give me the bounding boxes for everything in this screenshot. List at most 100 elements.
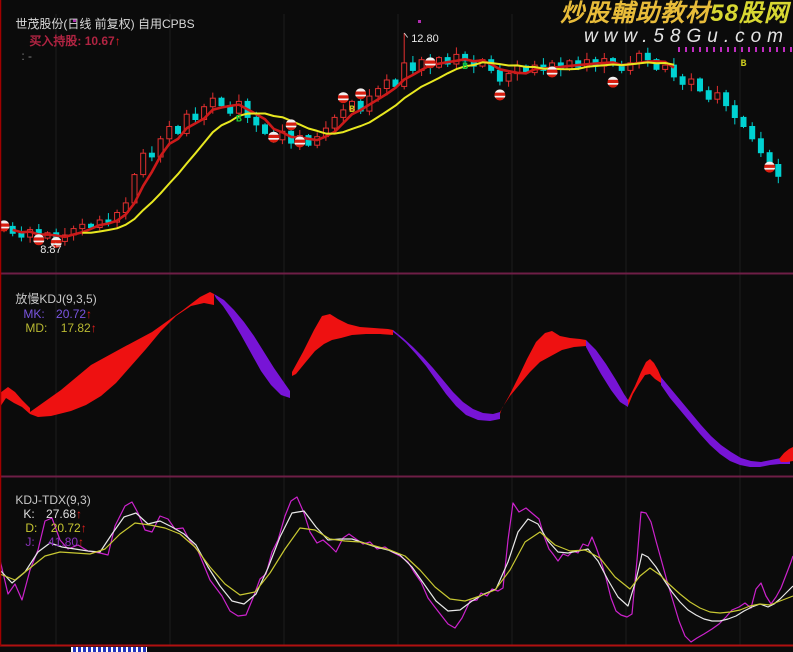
k-label: K: [23, 507, 39, 521]
price-pointer [403, 32, 409, 38]
md-value: 17.82 [60, 321, 91, 335]
candle-body [749, 126, 756, 140]
ribbon-panel-header: 放慢KDJ(9,3,5) MK: 20.72↑ MD: 17.82↑ [2, 276, 97, 349]
indicator2-name[interactable]: 放慢KDJ(9,3,5) [15, 292, 96, 306]
candle-body [740, 116, 747, 128]
hold-signal-tick [692, 47, 694, 52]
candle-body [18, 232, 25, 238]
candle-body [175, 126, 181, 134]
stock-title: 世茂股份(日线 前复权) 自用CPBS [15, 17, 195, 31]
candle-body [679, 76, 686, 85]
ribbon-segment-falling [586, 340, 628, 407]
sell-signal-icon [337, 92, 349, 104]
candle-body [505, 73, 512, 82]
candle-body [79, 223, 86, 230]
hold-signal-tick [769, 47, 771, 52]
hold-signal-tick [783, 47, 785, 52]
candle-body [688, 78, 695, 85]
j-value: 41.80 [48, 535, 79, 549]
candle-body [662, 64, 669, 70]
candle-body [697, 78, 703, 92]
sell-signal-icon [268, 131, 280, 143]
candle-body [705, 90, 712, 100]
hold-signal-tick [727, 47, 729, 52]
candle-body [383, 79, 390, 89]
kdj-line-D [0, 522, 793, 614]
chart-canvas: B B B B 12.80 8.87 [0, 0, 793, 647]
hold-signal-tick [790, 47, 792, 52]
sell-signal-icon [764, 161, 776, 173]
kdj-tdx-panel[interactable] [0, 496, 793, 643]
j-up-arrow-icon: ↑ [78, 535, 85, 549]
ma-fast-line [12, 57, 675, 239]
ribbon-segment-rising [628, 359, 661, 406]
hold-signal-tick [776, 47, 778, 52]
signal-letter: B [349, 105, 355, 116]
ribbon-segment-falling [661, 377, 790, 467]
k-value: 27.68 [46, 507, 77, 521]
kdj-panel-header: KDJ-TDX(9,3) K: 27.68↑ D: 20.72↑ J: 41.8… [2, 479, 90, 563]
stock-chart-window: B B B B 12.80 8.87 世茂股份(日线 前复权) 自用CPBS 买入持股: … [0, 0, 793, 652]
ribbon-segment-rising [292, 314, 393, 376]
hold-signal-tick [734, 47, 736, 52]
candle-body [235, 100, 242, 114]
candle-body [262, 124, 268, 134]
sell-signal-icon [285, 119, 297, 131]
d-value: 20.72 [50, 521, 81, 535]
hold-signal-tick [748, 47, 750, 52]
candle-body [218, 97, 225, 107]
hold-signal-tick [706, 47, 708, 52]
candle-body [340, 109, 347, 118]
candle-body [209, 97, 216, 108]
kdj-line-J [0, 496, 793, 643]
ribbon-segment-rising [779, 447, 793, 462]
signal-suffix: : - [21, 49, 33, 63]
ribbon-segment-rising [0, 387, 30, 414]
hold-signal-tick [755, 47, 757, 52]
hold-signal-tick [741, 47, 743, 52]
watermark-brand: 炒股輔助教材 [560, 0, 711, 27]
sell-signal-icon [0, 220, 10, 232]
indicator3-name[interactable]: KDJ-TDX(9,3) [15, 493, 90, 507]
sell-signal-icon [607, 76, 619, 88]
candle-body [375, 88, 382, 97]
mk-label: MK: [23, 307, 49, 321]
candle-body [409, 62, 416, 71]
candle-body [775, 164, 782, 177]
signal-dot [418, 20, 421, 23]
kdj-ribbon-panel[interactable] [0, 292, 793, 467]
signal-letter: B [236, 115, 242, 126]
candle-body [644, 52, 651, 61]
candle-body [253, 116, 260, 126]
candle-body [496, 69, 503, 82]
up-arrow-icon: ↑ [114, 34, 121, 48]
candle-body [731, 105, 738, 118]
candle-body [166, 126, 173, 140]
candle-body [305, 135, 312, 146]
watermark-url: www.58Gu.com [583, 26, 789, 48]
ribbon-segment-falling [214, 294, 290, 398]
signal-label: 买入持股: [29, 34, 85, 48]
j-label: J: [25, 535, 39, 549]
mk-up-arrow-icon: ↑ [86, 307, 93, 321]
watermark-line1: 炒股輔助教材58股网 [560, 1, 789, 26]
ribbon-segment-rising [500, 331, 586, 414]
md-up-arrow-icon: ↑ [90, 321, 97, 335]
price-label: 12.80 [411, 33, 439, 45]
watermark-site: 58股网 [710, 0, 789, 27]
signal-letter: B [462, 62, 468, 73]
signal-value: 10.67 [84, 34, 115, 48]
d-up-arrow-icon: ↑ [80, 521, 87, 535]
hold-signal-tick [713, 47, 715, 52]
signal-letter: B [740, 59, 746, 70]
hold-signal-tick [685, 47, 687, 52]
main-panel-header: 世茂股份(日线 前复权) 自用CPBS 买入持股: 10.67↑ : - [2, 1, 195, 77]
candle-body [757, 138, 764, 154]
mk-value: 20.72 [56, 307, 87, 321]
candle-body [723, 92, 730, 107]
sell-signal-icon [355, 88, 367, 100]
selected-date-strip[interactable] [71, 647, 147, 652]
candle-body [192, 113, 199, 120]
hold-signal-tick [678, 47, 680, 52]
hold-signal-tick [699, 47, 701, 52]
